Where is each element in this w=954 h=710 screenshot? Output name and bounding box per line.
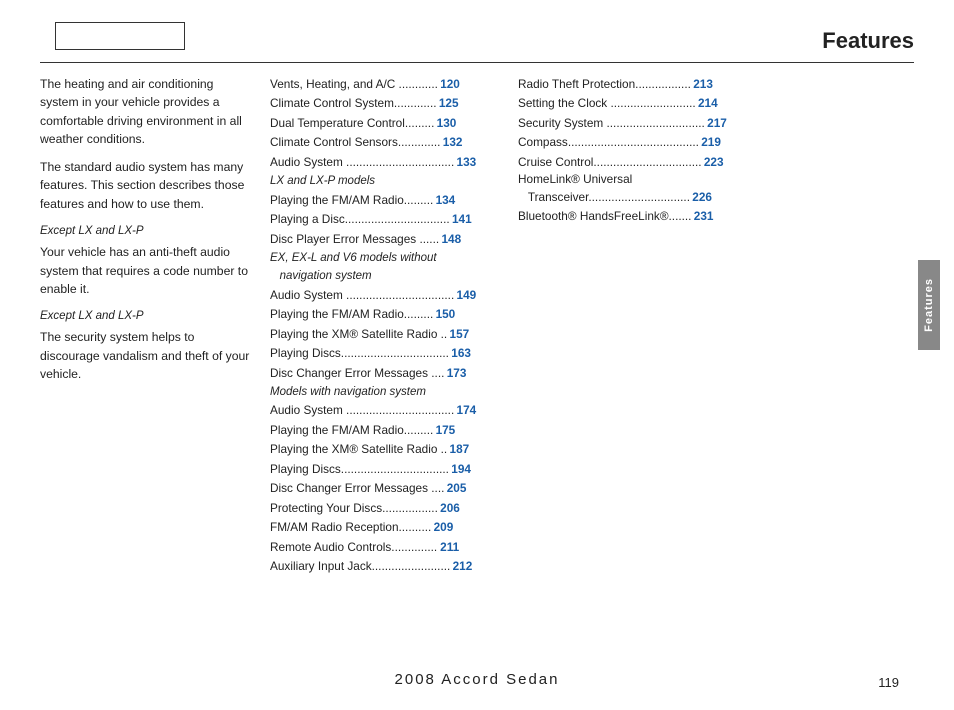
intro-paragraph-2: The standard audio system has many featu… — [40, 158, 252, 213]
section-except-lx-2: Except LX and LX-P The security system h… — [40, 308, 252, 383]
logo-box — [55, 22, 185, 50]
except-text-1: Your vehicle has an anti-theft audio sys… — [40, 243, 252, 298]
toc-row: FM/AM Radio Reception.......... 209 — [270, 518, 508, 537]
toc-row: Audio System ...........................… — [270, 153, 508, 172]
toc-row: Playing Discs...........................… — [270, 460, 508, 479]
toc-row: Bluetooth® HandsFreeLink®....... 231 — [518, 207, 728, 226]
toc-row: Transceiver.............................… — [518, 188, 728, 207]
page-container: Features The heating and air conditionin… — [0, 0, 954, 710]
toc-section-label: Models with navigation system — [270, 383, 508, 401]
toc-row: Radio Theft Protection................. … — [518, 75, 728, 94]
toc-row: Audio System ...........................… — [270, 401, 508, 420]
except-label-1: Except LX and LX-P — [40, 223, 252, 240]
toc-row: Audio System ...........................… — [270, 286, 508, 305]
toc-row: Playing Discs...........................… — [270, 344, 508, 363]
toc-row: Playing the XM® Satellite Radio .. 157 — [270, 325, 508, 344]
section-except-lx-1: Except LX and LX-P Your vehicle has an a… — [40, 223, 252, 298]
toc-row: Auxiliary Input Jack....................… — [270, 557, 508, 576]
toc-section-label: LX and LX-P models — [270, 172, 508, 190]
page-number: 119 — [878, 675, 899, 690]
toc-row: Protecting Your Discs................. 2… — [270, 499, 508, 518]
intro-paragraph-1: The heating and air conditioning system … — [40, 75, 252, 148]
toc-row: Playing the FM/AM Radio......... 134 — [270, 191, 508, 210]
toc-row: Setting the Clock ......................… — [518, 94, 728, 113]
toc-row: Cruise Control..........................… — [518, 153, 728, 172]
toc-row: Playing the FM/AM Radio......... 150 — [270, 305, 508, 324]
toc-row: Disc Changer Error Messages .... 205 — [270, 479, 508, 498]
content-area: The heating and air conditioning system … — [40, 75, 914, 650]
right-toc-column: Radio Theft Protection................. … — [518, 75, 728, 650]
toc-row: Remote Audio Controls.............. 211 — [270, 538, 508, 557]
left-column: The heating and air conditioning system … — [40, 75, 270, 650]
page-footer: 2008 Accord Sedan — [0, 671, 954, 690]
toc-row: Disc Player Error Messages ...... 148 — [270, 230, 508, 249]
toc-row: Playing the XM® Satellite Radio .. 187 — [270, 440, 508, 459]
toc-row: Dual Temperature Control......... 130 — [270, 114, 508, 133]
toc-row: Playing the FM/AM Radio......... 175 — [270, 421, 508, 440]
section-divider — [40, 62, 914, 63]
toc-row: Compass.................................… — [518, 133, 728, 152]
middle-toc-column: Vents, Heating, and A/C ............ 120… — [270, 75, 518, 650]
toc-row: Security System ........................… — [518, 114, 728, 133]
toc-row: Vents, Heating, and A/C ............ 120 — [270, 75, 508, 94]
toc-row: Climate Control Sensors............. 132 — [270, 133, 508, 152]
footer-title: 2008 Accord Sedan — [395, 671, 560, 688]
page-section-heading: Features — [822, 28, 914, 54]
toc-row: Playing a Disc..........................… — [270, 210, 508, 229]
section-side-tab: Features — [918, 260, 940, 350]
except-text-2: The security system helps to discourage … — [40, 328, 252, 383]
toc-row: HomeLink® Universal — [518, 172, 728, 187]
toc-row: Climate Control System............. 125 — [270, 94, 508, 113]
toc-row: Disc Changer Error Messages .... 173 — [270, 364, 508, 383]
toc-section-label: EX, EX-L and V6 models without navigatio… — [270, 249, 508, 286]
except-label-2: Except LX and LX-P — [40, 308, 252, 325]
side-tab-label: Features — [923, 278, 935, 332]
